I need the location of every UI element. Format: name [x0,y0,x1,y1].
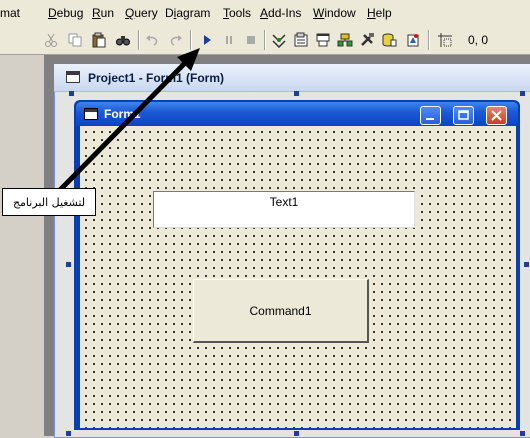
paste-icon[interactable] [90,31,108,49]
designer-title-bar[interactable]: Project1 - Form1 (Form) [54,64,530,92]
maximize-button[interactable] [453,106,474,125]
resize-handle[interactable] [69,91,74,96]
project-explorer-icon[interactable] [270,31,288,49]
standard-toolbar: 0, 0 [0,26,530,55]
form1-client-area[interactable] [80,126,516,428]
form1-title: Form1 [104,107,141,121]
data-view-icon[interactable] [380,31,398,49]
resize-handle[interactable] [66,431,71,436]
properties-icon[interactable] [292,31,310,49]
designer-title: Project1 - Form1 (Form) [88,71,225,85]
toolbox-icon[interactable] [358,31,376,49]
resize-handle[interactable] [66,262,71,267]
position-icon [436,31,454,49]
menu-add-ins[interactable]: Add-Ins [260,6,301,20]
start-icon[interactable] [198,31,216,49]
close-icon [491,110,502,121]
menu-query[interactable]: Query [125,6,158,20]
resize-handle[interactable] [520,91,525,96]
text1-textbox[interactable]: Text1 [153,191,415,228]
break-icon[interactable] [220,31,238,49]
menu-tools[interactable]: Tools [223,6,251,20]
minimize-button[interactable] [420,106,441,125]
menu-bar: mat Debug Run Query Diagram Tools Add-In… [0,0,530,26]
resize-handle[interactable] [294,431,299,436]
minimize-icon [426,118,434,120]
menu-debug[interactable]: Debug [48,6,83,20]
cut-icon[interactable] [42,31,60,49]
command1-label: Command1 [249,303,312,318]
form1-title-bar[interactable]: Form1 [76,102,518,126]
menu-diagram[interactable]: Diagram [165,6,210,20]
menu-help[interactable]: Help [367,6,392,20]
resize-handle[interactable] [294,91,299,96]
menu-run[interactable]: Run [92,6,114,20]
component-manager-icon[interactable] [404,31,422,49]
end-icon[interactable] [242,31,260,49]
maximize-icon [458,110,469,120]
redo-icon[interactable] [166,31,184,49]
form-icon [84,108,98,120]
command1-button[interactable]: Command1 [193,279,369,343]
close-button[interactable] [486,106,507,125]
object-browser-icon[interactable] [336,31,354,49]
find-icon[interactable] [114,31,132,49]
resize-handle[interactable] [520,431,525,436]
menu-format[interactable]: mat [0,6,20,20]
annotation-callout: لتشغيل البرنامج [2,188,96,216]
position-readout: 0, 0 [468,33,489,47]
window-icon [66,71,80,83]
copy-icon[interactable] [66,31,84,49]
undo-icon[interactable] [144,31,162,49]
menu-window[interactable]: Window [313,6,356,20]
resize-handle[interactable] [524,262,529,267]
form-layout-icon[interactable] [314,31,332,49]
